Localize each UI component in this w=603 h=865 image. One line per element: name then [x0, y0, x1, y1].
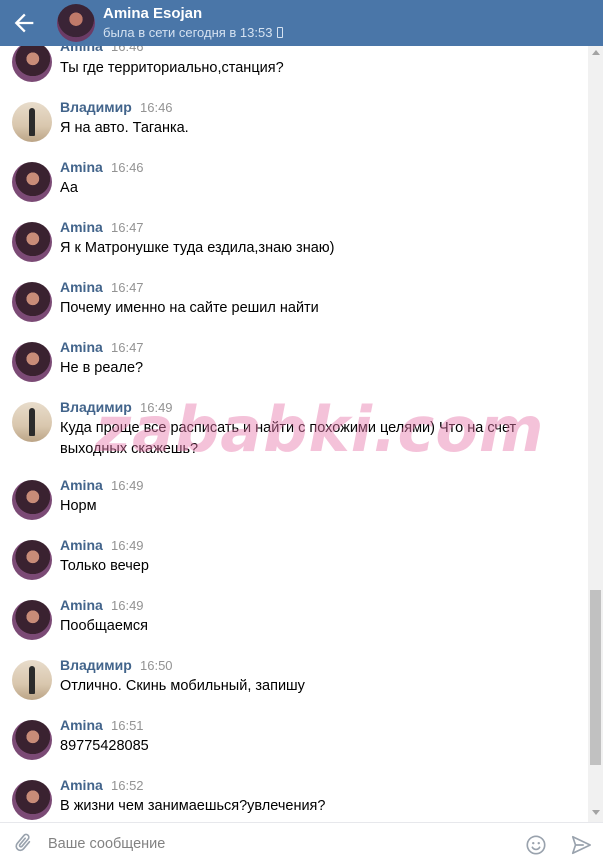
message-author[interactable]: Amina	[60, 777, 103, 793]
last-seen-text: была в сети сегодня в 13:53	[103, 25, 273, 40]
message-author[interactable]: Владимир	[60, 657, 132, 673]
mobile-phone-icon	[277, 27, 284, 38]
message-time: 16:49	[111, 478, 144, 493]
message-text: Куда проще все расписать и найти с похож…	[60, 420, 517, 457]
message-time: 16:49	[111, 598, 144, 613]
message-text: Аа	[60, 180, 78, 196]
contact-status: была в сети сегодня в 13:53	[103, 25, 284, 40]
message-item: Amina 16:49 Только вечер	[0, 530, 588, 590]
message-author[interactable]: Amina	[60, 339, 103, 355]
avatar[interactable]	[12, 600, 52, 640]
message-item: Amina 16:52 В жизни чем занимаешься?увле…	[0, 770, 588, 822]
message-time: 16:47	[111, 280, 144, 295]
message-item: Amina 16:47 Почему именно на сайте решил…	[0, 272, 588, 332]
message-item: Владимир 16:46 Я на авто. Таганка.	[0, 92, 588, 152]
avatar[interactable]	[12, 720, 52, 760]
message-item: Владимир 16:49 Куда проще все расписать …	[0, 392, 588, 470]
scrollbar-thumb[interactable]	[590, 590, 601, 765]
message-time: 16:46	[111, 160, 144, 175]
message-author[interactable]: Amina	[60, 717, 103, 733]
message-item: Amina 16:49 Пообщаемся	[0, 590, 588, 650]
paperclip-icon[interactable]	[12, 832, 34, 854]
message-author[interactable]: Amina	[60, 537, 103, 553]
scroll-down-arrow-icon[interactable]	[592, 810, 600, 815]
message-text: Норм	[60, 498, 97, 514]
message-item: Amina 16:46 Ты где территориально,станци…	[0, 46, 588, 92]
message-text: Пообщаемся	[60, 618, 148, 634]
avatar[interactable]	[12, 282, 52, 322]
message-text: Почему именно на сайте решил найти	[60, 300, 319, 316]
message-author[interactable]: Amina	[60, 279, 103, 295]
message-time: 16:47	[111, 220, 144, 235]
message-text: Не в реале?	[60, 360, 144, 376]
avatar[interactable]	[12, 660, 52, 700]
message-text: Ты где территориально,станция?	[60, 60, 284, 76]
avatar[interactable]	[12, 480, 52, 520]
message-text: Только вечер	[60, 558, 149, 574]
avatar[interactable]	[12, 162, 52, 202]
send-arrow-icon[interactable]	[570, 834, 592, 856]
scroll-up-arrow-icon[interactable]	[592, 50, 600, 55]
contact-name[interactable]: Amina Esojan	[103, 5, 202, 22]
message-author[interactable]: Владимир	[60, 399, 132, 415]
message-text: Я к Матронушке туда ездила,знаю знаю)	[60, 240, 335, 256]
message-author[interactable]: Amina	[60, 219, 103, 235]
avatar[interactable]	[12, 222, 52, 262]
back-arrow-icon[interactable]	[10, 9, 38, 37]
message-input[interactable]	[48, 829, 508, 859]
message-item: Amina 16:51 89775428085	[0, 710, 588, 770]
message-time: 16:50	[140, 658, 173, 673]
message-time: 16:46	[140, 100, 173, 115]
message-text: 89775428085	[60, 738, 149, 754]
avatar[interactable]	[12, 102, 52, 142]
message-text: Я на авто. Таганка.	[60, 120, 189, 136]
message-time: 16:52	[111, 778, 144, 793]
message-text: В жизни чем занимаешься?увлечения?	[60, 798, 326, 814]
message-item: Владимир 16:50 Отлично. Скинь мобильный,…	[0, 650, 588, 710]
message-time: 16:49	[140, 400, 173, 415]
message-author[interactable]: Владимир	[60, 99, 132, 115]
message-text: Отлично. Скинь мобильный, запишу	[60, 678, 305, 694]
chat-header: Amina Esojan была в сети сегодня в 13:53	[0, 0, 603, 46]
message-time: 16:51	[111, 718, 144, 733]
message-author[interactable]: Amina	[60, 477, 103, 493]
message-composer	[0, 822, 603, 865]
message-author[interactable]: Amina	[60, 46, 103, 54]
message-author[interactable]: Amina	[60, 597, 103, 613]
message-item: Amina 16:47 Не в реале?	[0, 332, 588, 392]
avatar[interactable]	[12, 540, 52, 580]
avatar[interactable]	[12, 780, 52, 820]
message-item: Amina 16:49 Норм	[0, 470, 588, 530]
message-time: 16:47	[111, 340, 144, 355]
avatar[interactable]	[12, 342, 52, 382]
header-avatar[interactable]	[57, 4, 95, 42]
message-item: Amina 16:46 Аа	[0, 152, 588, 212]
message-list[interactable]: Amina 16:46 Ты где территориально,станци…	[0, 46, 588, 822]
avatar[interactable]	[12, 402, 52, 442]
smiley-icon[interactable]	[525, 834, 547, 856]
message-time: 16:49	[111, 538, 144, 553]
message-time: 16:46	[111, 46, 144, 54]
message-item: Amina 16:47 Я к Матронушке туда ездила,з…	[0, 212, 588, 272]
avatar[interactable]	[12, 46, 52, 82]
message-author[interactable]: Amina	[60, 159, 103, 175]
